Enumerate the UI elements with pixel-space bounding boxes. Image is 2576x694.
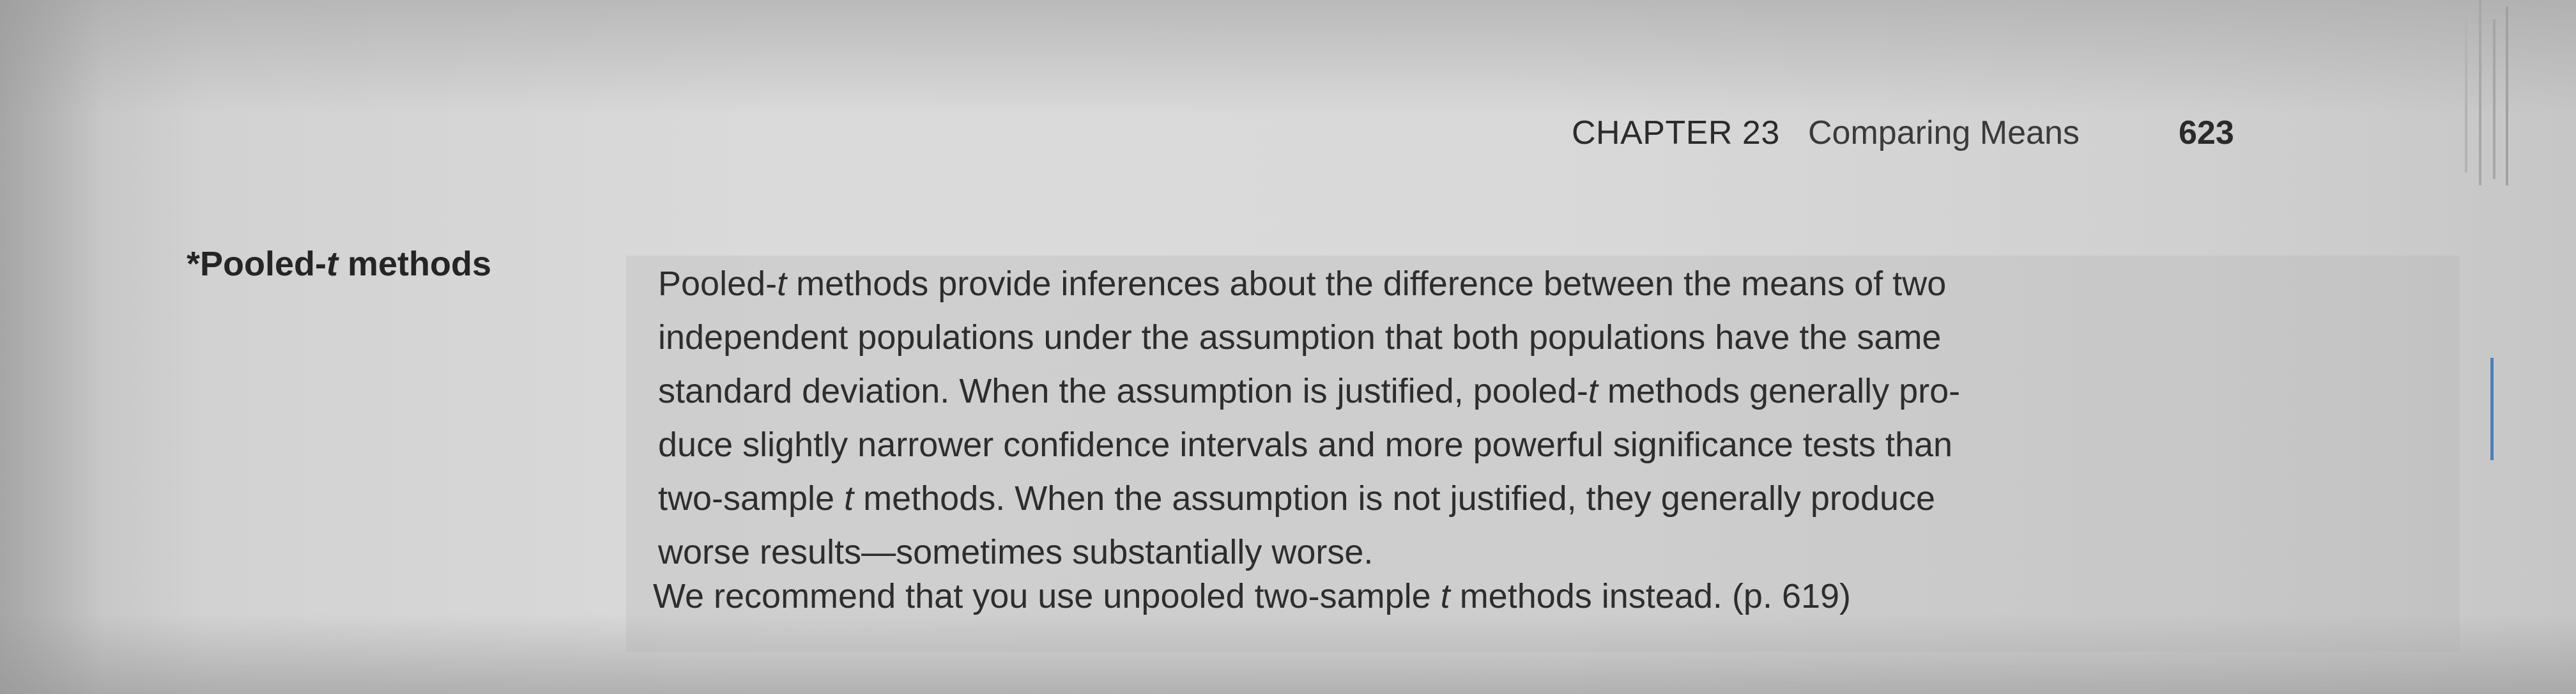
page-edge-line [2493, 19, 2496, 179]
page-number: 623 [2179, 114, 2234, 151]
definition-line: independent populations under the assump… [658, 318, 1942, 357]
page-edge-tab [2490, 358, 2494, 460]
glossary-term: *Pooled-t methods [187, 244, 491, 284]
term-italic: t [326, 245, 338, 283]
definition-line: two-sample t methods. When the assumptio… [658, 479, 1936, 518]
page-shadow-top [0, 0, 2576, 115]
chapter-label: CHAPTER 23 [1572, 114, 1780, 151]
page-edge-line [2465, 13, 2467, 173]
glossary-definition: Pooled-t methods provide inferences abou… [658, 257, 2294, 579]
term-prefix: *Pooled- [187, 245, 327, 283]
recommendation-paragraph: We recommend that you use unpooled two-s… [653, 577, 1851, 615]
page-edge-line [2479, 0, 2481, 185]
definition-line: worse results—sometimes substantially wo… [658, 533, 1374, 571]
running-header: CHAPTER 23 Comparing Means 623 [1572, 114, 2249, 158]
page-shadow-left [0, 0, 102, 694]
page-edge-line [2506, 6, 2508, 185]
definition-line: duce slightly narrower confidence interv… [658, 426, 1953, 464]
chapter-title: Comparing Means [1808, 114, 2080, 151]
definition-line: Pooled-t methods provide inferences abou… [658, 265, 1947, 303]
definition-line: standard deviation. When the assumption … [658, 372, 1961, 410]
term-suffix: methods [338, 245, 492, 283]
